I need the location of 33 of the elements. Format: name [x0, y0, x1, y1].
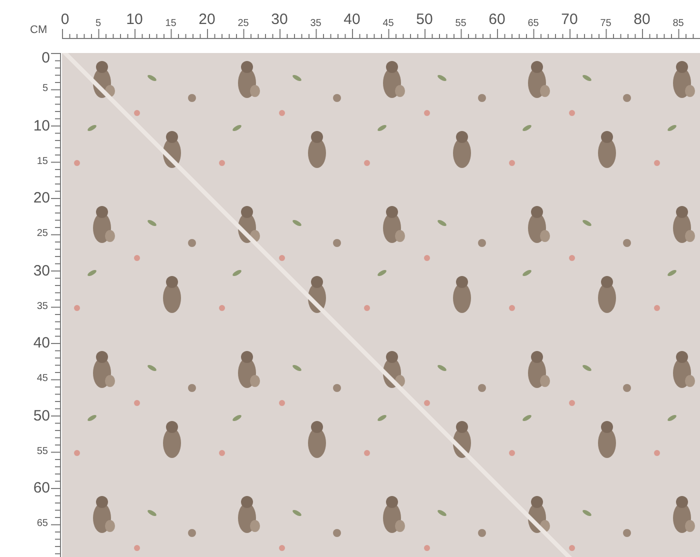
ruler-label: 40: [33, 336, 50, 350]
ruler-label: 80: [634, 12, 650, 27]
ruler-label: 45: [36, 374, 48, 384]
ruler-label: 25: [238, 19, 249, 29]
ruler-label: 30: [271, 12, 288, 27]
ruler-label: 20: [198, 12, 216, 27]
ruler-label: 0: [60, 12, 70, 27]
ruler-label: 40: [344, 12, 360, 27]
ruler-label: 10: [126, 12, 143, 27]
ruler-label: 30: [33, 263, 50, 278]
ruler-label: 65: [528, 19, 539, 29]
ruler-label: 15: [165, 19, 176, 29]
ruler-label: 60: [33, 480, 50, 496]
ruler-label: 60: [488, 12, 506, 27]
ruler-label: 65: [36, 519, 48, 530]
ruler-label: 10: [33, 118, 50, 133]
unit-label: CM: [30, 24, 48, 36]
ruler-label: 20: [33, 190, 50, 206]
ruler-label: 25: [36, 229, 48, 240]
ruler-label: 0: [42, 50, 50, 66]
ruler-label: 5: [42, 84, 48, 94]
ruler-label: 15: [36, 156, 48, 167]
ruler-label: 75: [600, 19, 612, 29]
ruler-label: 45: [382, 19, 394, 29]
ruler-label: 50: [33, 408, 50, 423]
ruler-label: 35: [36, 302, 48, 312]
ruler-label: 50: [416, 12, 433, 27]
ruler-label: 5: [95, 19, 102, 29]
ruler-label: 85: [672, 19, 684, 29]
ruler-label: 70: [561, 12, 578, 27]
ruler-label: 55: [36, 446, 48, 457]
ruler-label: 35: [310, 19, 322, 29]
ruler-label: 55: [455, 19, 466, 29]
